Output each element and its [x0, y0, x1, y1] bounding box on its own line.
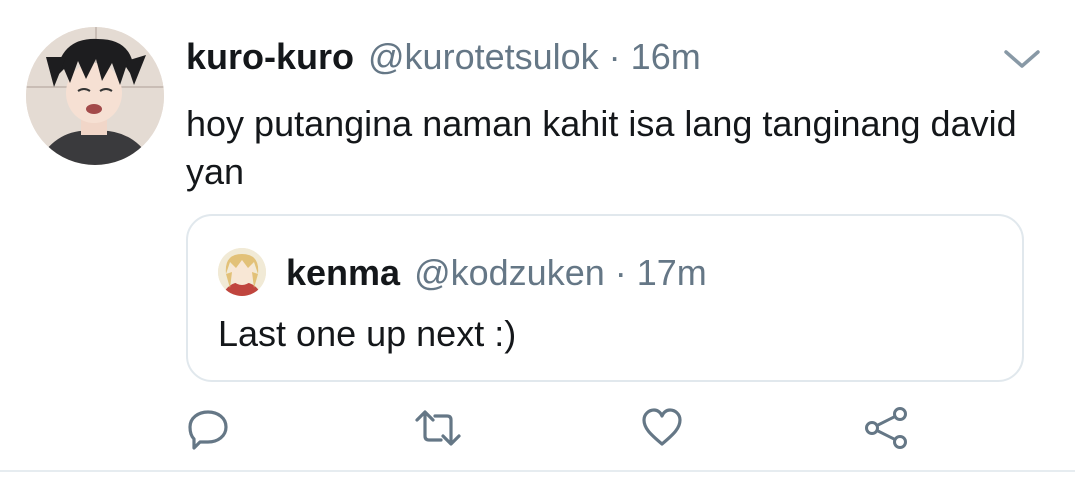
like-button[interactable] [634, 400, 690, 456]
avatar[interactable] [26, 27, 164, 165]
share-button[interactable] [858, 400, 914, 456]
quoted-separator: · [614, 252, 627, 293]
quoted-tweet[interactable]: kenma @kodzuken · 17m Last one up next :… [186, 214, 1024, 382]
retweet-icon [415, 410, 461, 446]
user-handle[interactable]: @kurotetsulok [368, 32, 599, 82]
action-bar [0, 400, 1075, 460]
retweet-button[interactable] [410, 400, 466, 456]
quoted-display-name[interactable]: kenma [286, 252, 400, 294]
heart-icon [642, 408, 682, 446]
quoted-avatar-image [218, 248, 266, 296]
chevron-down-icon[interactable] [1000, 44, 1044, 74]
share-icon [865, 407, 907, 449]
avatar-image [26, 27, 164, 165]
quoted-avatar[interactable] [218, 248, 266, 296]
quoted-timestamp[interactable]: 17m [637, 252, 707, 294]
tweet-text: hoy putangina naman kahit isa lang tangi… [186, 103, 1017, 192]
quoted-user-handle[interactable]: @kodzuken [414, 252, 605, 294]
separator: · [608, 36, 621, 77]
tweet[interactable]: kuro-kuro @kurotetsulok · 16m hoy putang… [0, 0, 1075, 480]
quoted-tweet-text: Last one up next :) [218, 313, 517, 354]
tweet-header: kuro-kuro @kurotetsulok · 16m [186, 32, 701, 82]
timestamp[interactable]: 16m [631, 32, 701, 82]
divider [0, 470, 1075, 472]
display-name[interactable]: kuro-kuro [186, 32, 354, 82]
reply-icon [188, 410, 228, 450]
quoted-header: kenma @kodzuken · 17m [286, 250, 707, 296]
reply-button[interactable] [180, 400, 236, 456]
